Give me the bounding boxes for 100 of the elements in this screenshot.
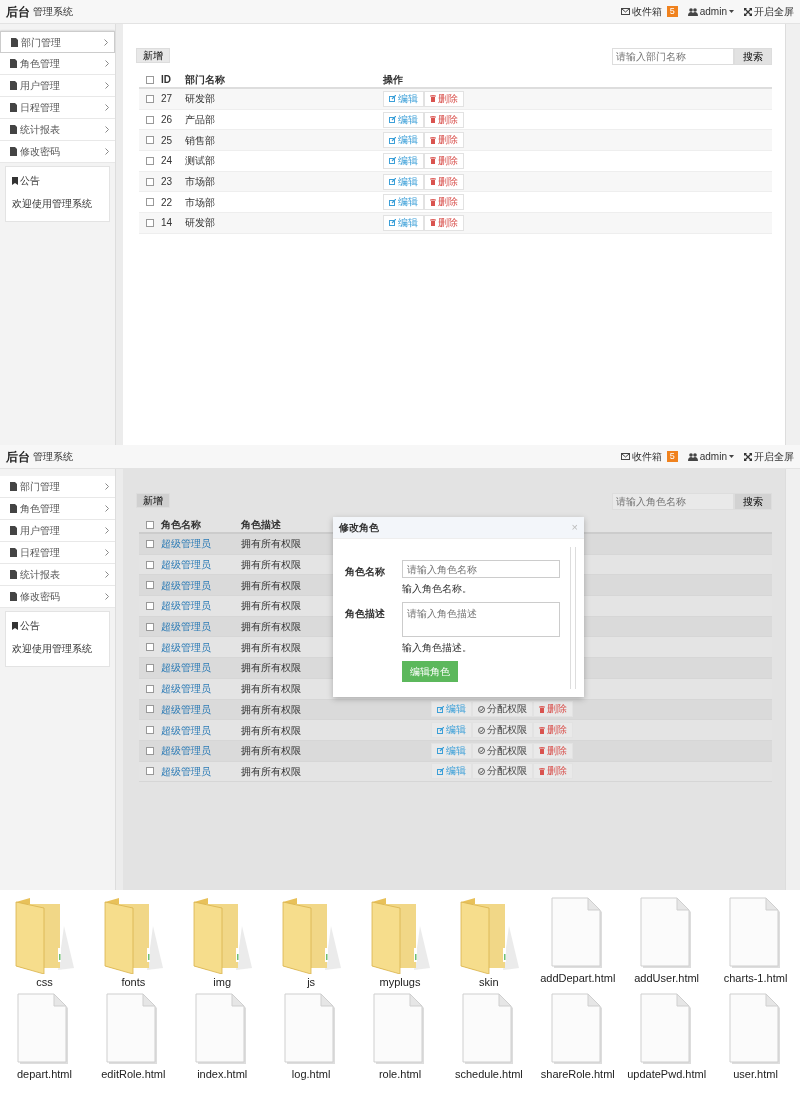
checkbox[interactable] xyxy=(146,622,154,631)
checkbox[interactable] xyxy=(146,746,154,755)
sidebar-item[interactable]: 统计报表 xyxy=(0,564,115,586)
user-menu[interactable]: admin xyxy=(687,449,734,464)
delete-button[interactable]: 删除 xyxy=(424,152,464,169)
delete-button[interactable]: 删除 xyxy=(424,214,464,231)
fullscreen-link[interactable]: 开启全屏 xyxy=(744,449,794,464)
checkbox[interactable] xyxy=(146,94,154,103)
role-link[interactable]: 超级管理员 xyxy=(161,724,211,736)
delete-button[interactable]: 删除 xyxy=(533,763,573,780)
delete-button[interactable]: 删除 xyxy=(533,742,573,759)
role-link[interactable]: 超级管理员 xyxy=(161,600,211,612)
edit-button[interactable]: 编辑 xyxy=(383,194,424,211)
assign-button[interactable]: 分配权限 xyxy=(472,701,533,718)
edit-button[interactable]: 编辑 xyxy=(383,152,424,169)
table-cell: 市场部 xyxy=(185,196,215,208)
inbox-link[interactable]: 收件箱 5 xyxy=(620,449,678,464)
delete-button[interactable]: 删除 xyxy=(424,90,464,107)
role-link[interactable]: 超级管理员 xyxy=(161,621,211,633)
folder-icon xyxy=(192,896,253,974)
modal-title: 修改角色 xyxy=(339,521,379,535)
table-cell: 拥有所有权限 xyxy=(241,538,301,550)
sidebar-item[interactable]: 角色管理 xyxy=(0,53,115,75)
table-cell: 研发部 xyxy=(185,217,215,229)
edit-button[interactable]: 编辑 xyxy=(431,701,472,718)
new-button[interactable]: 新增 xyxy=(136,48,170,63)
input-field[interactable]: 请输入角色名称 xyxy=(402,560,560,578)
submit-button[interactable]: 编辑角色 xyxy=(402,661,458,682)
assign-button[interactable]: 分配权限 xyxy=(472,742,533,759)
search-field[interactable]: 请输入角色名称 xyxy=(612,493,734,510)
sidebar-item[interactable]: 角色管理 xyxy=(0,498,115,520)
role-link[interactable]: 超级管理员 xyxy=(161,538,211,550)
search-field[interactable]: 请输入部门名称 xyxy=(612,48,734,65)
edit-button[interactable]: 编辑 xyxy=(431,763,472,780)
sidebar-item[interactable]: 日程管理 xyxy=(0,97,115,119)
delete-button[interactable]: 删除 xyxy=(533,701,573,718)
sidebar-item[interactable]: 用户管理 xyxy=(0,75,115,97)
checkbox[interactable] xyxy=(146,643,154,652)
trash-icon xyxy=(430,178,436,186)
delete-button[interactable]: 删除 xyxy=(424,194,464,211)
checkbox[interactable] xyxy=(146,520,154,529)
checkbox[interactable] xyxy=(146,560,154,569)
role-link[interactable]: 超级管理员 xyxy=(161,745,211,757)
sidebar-item[interactable]: 部门管理 xyxy=(0,31,115,53)
sidebar-item[interactable]: 部门管理 xyxy=(0,476,115,498)
role-link[interactable]: 超级管理员 xyxy=(161,641,211,653)
checkbox[interactable] xyxy=(146,581,154,590)
edit-button[interactable]: 编辑 xyxy=(431,742,472,759)
sidebar-item[interactable]: 修改密码 xyxy=(0,141,115,163)
role-link[interactable]: 超级管理员 xyxy=(161,662,211,674)
new-button[interactable]: 新增 xyxy=(136,493,170,508)
edit-button[interactable]: 编辑 xyxy=(383,111,424,128)
edit-icon xyxy=(389,95,396,103)
users-icon xyxy=(687,452,698,461)
edit-button[interactable]: 编辑 xyxy=(383,132,424,149)
sidebar-item[interactable]: 修改密码 xyxy=(0,586,115,608)
edit-button[interactable]: 编辑 xyxy=(383,173,424,190)
role-link[interactable]: 超级管理员 xyxy=(161,765,211,777)
checkbox[interactable] xyxy=(146,705,154,714)
sidebar-item[interactable]: 统计报表 xyxy=(0,119,115,141)
checkbox[interactable] xyxy=(146,136,154,145)
checkbox[interactable] xyxy=(146,198,154,207)
document-icon xyxy=(10,125,17,134)
checkbox[interactable] xyxy=(146,767,154,776)
chevron-right-icon xyxy=(105,82,109,89)
inbox-link[interactable]: 收件箱 5 xyxy=(620,4,678,19)
role-link[interactable]: 超级管理员 xyxy=(161,683,211,695)
checkbox[interactable] xyxy=(146,115,154,124)
delete-button[interactable]: 删除 xyxy=(424,173,464,190)
checkbox[interactable] xyxy=(146,684,154,693)
help-text: 输入角色名称。 xyxy=(402,582,472,596)
bookmark-icon xyxy=(12,176,18,185)
checkbox[interactable] xyxy=(146,75,154,84)
delete-button[interactable]: 删除 xyxy=(424,111,464,128)
checkbox[interactable] xyxy=(146,726,154,735)
role-link[interactable]: 超级管理员 xyxy=(161,703,211,715)
role-link[interactable]: 超级管理员 xyxy=(161,579,211,591)
description-field[interactable]: 请输入角色描述 xyxy=(402,602,560,637)
assign-button[interactable]: 分配权限 xyxy=(472,722,533,739)
circle-check-icon xyxy=(478,747,485,755)
checkbox[interactable] xyxy=(146,539,154,548)
edit-button[interactable]: 编辑 xyxy=(383,214,424,231)
user-menu[interactable]: admin xyxy=(687,4,734,19)
search-button[interactable]: 搜索 xyxy=(734,493,772,510)
checkbox[interactable] xyxy=(146,663,154,672)
edit-button[interactable]: 编辑 xyxy=(383,90,424,107)
edit-button[interactable]: 编辑 xyxy=(431,722,472,739)
sidebar-item[interactable]: 用户管理 xyxy=(0,520,115,542)
search-button[interactable]: 搜索 xyxy=(734,48,772,65)
sidebar-item[interactable]: 日程管理 xyxy=(0,542,115,564)
checkbox[interactable] xyxy=(146,156,154,165)
checkbox[interactable] xyxy=(146,177,154,186)
checkbox[interactable] xyxy=(146,601,154,610)
delete-button[interactable]: 删除 xyxy=(424,132,464,149)
assign-button[interactable]: 分配权限 xyxy=(472,763,533,780)
role-link[interactable]: 超级管理员 xyxy=(161,559,211,571)
file-name: myplugs xyxy=(379,976,421,988)
delete-button[interactable]: 删除 xyxy=(533,722,573,739)
fullscreen-link[interactable]: 开启全屏 xyxy=(744,4,794,19)
checkbox[interactable] xyxy=(146,218,154,227)
